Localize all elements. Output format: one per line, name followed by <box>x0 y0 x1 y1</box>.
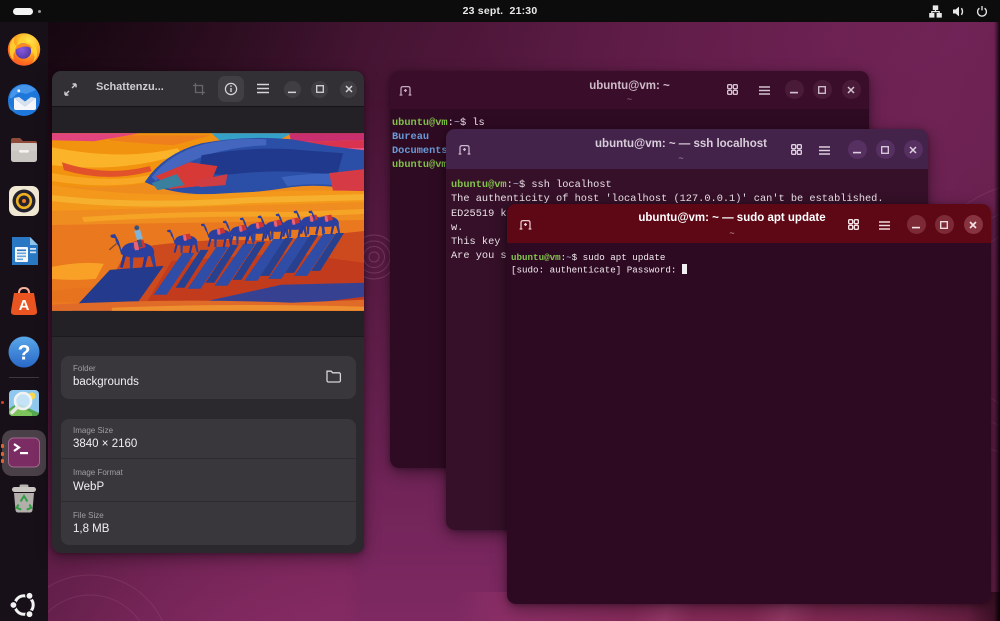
svg-text:?: ? <box>18 342 31 365</box>
svg-text:A: A <box>19 297 30 314</box>
